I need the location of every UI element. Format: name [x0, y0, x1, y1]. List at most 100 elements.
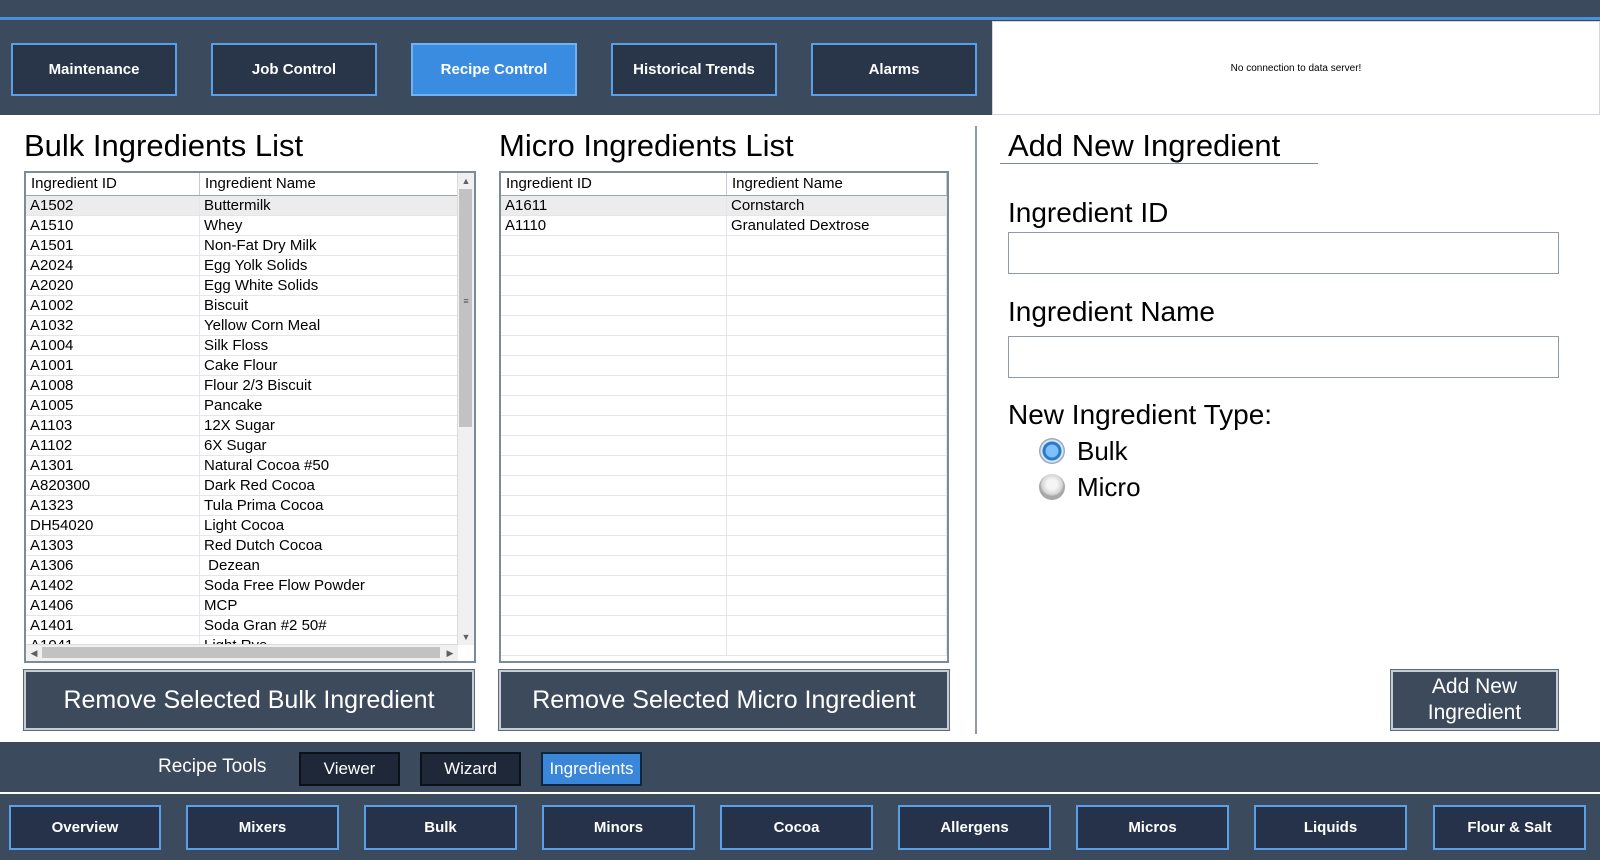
tab-ingredients[interactable]: Ingredients: [541, 752, 642, 786]
column-header-name[interactable]: Ingredient Name: [727, 173, 947, 195]
bottom-nav-mixers[interactable]: Mixers: [186, 805, 339, 850]
nav-historical-trends-button[interactable]: Historical Trends: [611, 43, 777, 96]
scroll-down-arrow-icon[interactable]: ▼: [458, 629, 474, 645]
ingredient-type-label: New Ingredient Type:: [1008, 399, 1273, 430]
ingredient-id-cell: A1510: [26, 216, 200, 235]
list-row: [501, 596, 947, 616]
ingredient-id-cell: [501, 456, 727, 475]
ingredient-id-cell: DH54020: [26, 516, 200, 535]
list-row[interactable]: A820300 Dark Red Cocoa: [26, 476, 458, 496]
list-row[interactable]: A1402 Soda Free Flow Powder: [26, 576, 458, 596]
list-row: [501, 576, 947, 596]
list-row[interactable]: A1110 Granulated Dextrose: [501, 216, 947, 236]
micro-radio-label[interactable]: Micro: [1077, 472, 1141, 503]
list-row[interactable]: A1502 Buttermilk: [26, 196, 458, 216]
ingredient-id-cell: A1406: [26, 596, 200, 615]
remove-bulk-ingredient-button[interactable]: Remove Selected Bulk Ingredient: [23, 669, 475, 731]
list-row[interactable]: A1303 Red Dutch Cocoa: [26, 536, 458, 556]
ingredient-id-cell: [501, 276, 727, 295]
bottom-nav-allergens[interactable]: Allergens: [898, 805, 1051, 850]
bottom-nav-minors[interactable]: Minors: [542, 805, 695, 850]
ingredient-id-cell: [501, 336, 727, 355]
tab-wizard[interactable]: Wizard: [420, 752, 521, 786]
add-new-ingredient-button[interactable]: Add New Ingredient: [1390, 669, 1559, 731]
ingredient-name-input[interactable]: [1008, 336, 1559, 378]
list-row[interactable]: A1401 Soda Gran #2 50#: [26, 616, 458, 636]
list-row[interactable]: A1032 Yellow Corn Meal: [26, 316, 458, 336]
list-row: [501, 496, 947, 516]
bottom-nav-bulk[interactable]: Bulk: [364, 805, 517, 850]
ingredient-id-cell: [501, 416, 727, 435]
ingredient-name-cell: 6X Sugar: [200, 436, 458, 455]
nav-job-control-button[interactable]: Job Control: [211, 43, 377, 96]
list-row[interactable]: A2024 Egg Yolk Solids: [26, 256, 458, 276]
ingredient-id-cell: [501, 356, 727, 375]
ingredient-name-cell: 12X Sugar: [200, 416, 458, 435]
bulk-horizontal-scrollbar[interactable]: ◀ ▶: [26, 644, 458, 661]
ingredient-id-input[interactable]: [1008, 232, 1559, 274]
ingredient-id-cell: A1002: [26, 296, 200, 315]
list-row: [501, 476, 947, 496]
bulk-list-header: Ingredient ID Ingredient Name: [26, 173, 458, 196]
list-row: [501, 456, 947, 476]
list-row[interactable]: A1103 12X Sugar: [26, 416, 458, 436]
ingredient-name-cell: Soda Free Flow Powder: [200, 576, 458, 595]
ingredient-name-cell: Pancake: [200, 396, 458, 415]
tab-viewer[interactable]: Viewer: [299, 752, 400, 786]
ingredient-id-cell: A1323: [26, 496, 200, 515]
bulk-hscroll-thumb[interactable]: [42, 647, 440, 658]
bulk-radio-label[interactable]: Bulk: [1077, 436, 1128, 467]
scroll-right-arrow-icon[interactable]: ▶: [442, 645, 458, 661]
list-row[interactable]: A1002 Biscuit: [26, 296, 458, 316]
list-row[interactable]: DH54020 Light Cocoa: [26, 516, 458, 536]
list-row[interactable]: A1323 Tula Prima Cocoa: [26, 496, 458, 516]
recipe-tools-label: Recipe Tools: [158, 756, 267, 777]
remove-micro-ingredient-button[interactable]: Remove Selected Micro Ingredient: [498, 669, 950, 731]
bottom-nav-overview[interactable]: Overview: [9, 805, 161, 850]
list-row[interactable]: A1510 Whey: [26, 216, 458, 236]
list-row[interactable]: A1001 Cake Flour: [26, 356, 458, 376]
ingredient-id-cell: [501, 556, 727, 575]
list-row[interactable]: A1501 Non-Fat Dry Milk: [26, 236, 458, 256]
ingredient-name-cell: Flour 2/3 Biscuit: [200, 376, 458, 395]
ingredient-id-cell: A1611: [501, 196, 727, 215]
list-row[interactable]: A1004 Silk Floss: [26, 336, 458, 356]
bulk-vertical-scrollbar[interactable]: ▲ ≡ ▼: [457, 173, 474, 645]
ingredient-name-cell: Red Dutch Cocoa: [200, 536, 458, 555]
list-row[interactable]: A1611 Cornstarch: [501, 196, 947, 216]
bulk-radio[interactable]: [1039, 438, 1065, 464]
bottom-nav-micros[interactable]: Micros: [1076, 805, 1229, 850]
list-row[interactable]: A1005 Pancake: [26, 396, 458, 416]
list-row[interactable]: A1301 Natural Cocoa #50: [26, 456, 458, 476]
list-row[interactable]: A2020 Egg White Solids: [26, 276, 458, 296]
ingredient-name-cell: [727, 376, 947, 395]
list-row[interactable]: A1406 MCP: [26, 596, 458, 616]
list-row[interactable]: A1102 6X Sugar: [26, 436, 458, 456]
ingredient-id-cell: A1401: [26, 616, 200, 635]
column-header-id[interactable]: Ingredient ID: [26, 173, 200, 195]
nav-recipe-control-button[interactable]: Recipe Control: [411, 43, 577, 96]
nav-alarms-button[interactable]: Alarms: [811, 43, 977, 96]
scroll-up-arrow-icon[interactable]: ▲: [458, 173, 474, 189]
nav-maintenance-button[interactable]: Maintenance: [11, 43, 177, 96]
ingredient-name-cell: [727, 436, 947, 455]
bottom-nav-flour-salt[interactable]: Flour & Salt: [1433, 805, 1586, 850]
bulk-ingredients-list[interactable]: Ingredient ID Ingredient Name A1502 Butte…: [24, 171, 476, 663]
bottom-nav-cocoa[interactable]: Cocoa: [720, 805, 873, 850]
list-row[interactable]: A1008 Flour 2/3 Biscuit: [26, 376, 458, 396]
ingredient-name-cell: Silk Floss: [200, 336, 458, 355]
list-row[interactable]: A1306 Dezean: [26, 556, 458, 576]
list-row: [501, 236, 947, 256]
column-header-name[interactable]: Ingredient Name: [200, 173, 458, 195]
micro-radio[interactable]: [1039, 474, 1065, 500]
list-row: [501, 636, 947, 656]
micro-ingredients-list[interactable]: Ingredient ID Ingredient Name A1611 Corns…: [499, 171, 949, 663]
scroll-left-arrow-icon[interactable]: ◀: [26, 645, 42, 661]
ingredient-name-cell: Light Cocoa: [200, 516, 458, 535]
ingredient-name-cell: Egg White Solids: [200, 276, 458, 295]
ingredient-name-cell: Granulated Dextrose: [727, 216, 947, 235]
column-header-id[interactable]: Ingredient ID: [501, 173, 727, 195]
ingredient-id-cell: [501, 636, 727, 655]
ingredient-id-cell: A1103: [26, 416, 200, 435]
bottom-nav-liquids[interactable]: Liquids: [1254, 805, 1407, 850]
